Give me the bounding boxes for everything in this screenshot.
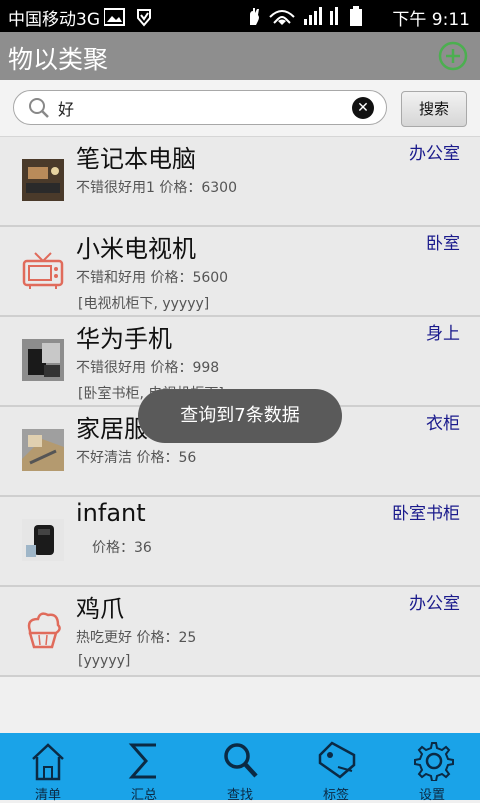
search-field[interactable]: ✕	[13, 90, 387, 125]
item-name: 小米电视机	[76, 235, 196, 263]
notification-icons	[103, 7, 184, 31]
list-item[interactable]: infant 卧室书柜 价格：36	[0, 497, 480, 587]
bottom-nav: 清单 汇总 查找 标签 设置	[0, 733, 480, 803]
item-name: 笔记本电脑	[76, 145, 196, 173]
item-detail: 价格：36	[92, 540, 152, 556]
app-bar: 物以类聚	[0, 32, 480, 80]
list-item[interactable]: 鸡爪 办公室 热吃更好 价格：25 [yyyyy]	[0, 587, 480, 677]
sigma-icon	[128, 743, 156, 779]
tab-label: 设置	[418, 788, 445, 803]
item-location: 卧室	[426, 234, 460, 254]
item-name: 鸡爪	[76, 595, 124, 623]
item-photo	[22, 429, 64, 471]
result-toast: 查询到7条数据	[138, 389, 342, 443]
item-location: 办公室	[409, 144, 460, 164]
item-location: 身上	[426, 324, 460, 344]
tab-summary[interactable]: 汇总	[96, 733, 192, 803]
tab-settings[interactable]: 设置	[384, 733, 480, 803]
search-input[interactable]	[56, 95, 350, 121]
list-item[interactable]: 小米电视机 卧室 不错和好用 价格：5600 [电视机柜下, yyyyy]	[0, 227, 480, 317]
item-location: 卧室书柜	[392, 504, 460, 524]
search-bar: ✕ 搜索	[0, 80, 480, 137]
clock: 下午 9:11	[392, 10, 470, 30]
item-detail: 不错和好用 价格：5600	[76, 270, 229, 286]
add-circle-icon[interactable]	[438, 41, 468, 71]
tab-label: 查找	[226, 788, 253, 803]
gear-icon	[414, 742, 454, 781]
item-location: 办公室	[409, 594, 460, 614]
item-detail: 热吃更好 价格：25	[76, 630, 197, 646]
item-photo	[22, 159, 64, 201]
item-tags: [yyyyy]	[78, 653, 131, 669]
cake-icon	[22, 609, 64, 651]
tab-list[interactable]: 清单	[0, 733, 96, 803]
item-name: infant	[76, 499, 146, 527]
tab-label: 标签	[322, 788, 349, 803]
item-name: 华为手机	[76, 325, 172, 353]
system-icons	[244, 5, 384, 31]
item-photo	[22, 339, 64, 381]
item-location: 衣柜	[426, 414, 460, 434]
carrier-label: 中国移动3G	[8, 10, 100, 30]
item-tags: [电视机柜下, yyyyy]	[78, 296, 210, 312]
search-icon	[28, 97, 50, 123]
search-icon	[224, 743, 258, 778]
tv-icon	[22, 249, 64, 291]
tab-search[interactable]: 查找	[192, 733, 288, 803]
home-icon	[32, 743, 64, 781]
tab-label: 汇总	[130, 788, 157, 803]
tab-label: 清单	[34, 788, 61, 803]
item-detail: 不好清洁 价格：56	[76, 450, 197, 466]
item-detail: 不错很好用 价格：998	[76, 360, 220, 376]
status-bar: 中国移动3G 下午 9:11	[0, 0, 480, 32]
tab-tags[interactable]: 标签	[288, 733, 384, 803]
item-detail: 不错很好用1 价格：6300	[76, 180, 237, 196]
clear-icon[interactable]: ✕	[352, 97, 374, 119]
list-item[interactable]: 笔记本电脑 办公室 不错很好用1 价格：6300	[0, 137, 480, 227]
search-button[interactable]: 搜索	[401, 91, 467, 127]
tag-icon	[318, 741, 356, 779]
item-photo	[22, 519, 64, 561]
app-title: 物以类聚	[8, 45, 109, 74]
